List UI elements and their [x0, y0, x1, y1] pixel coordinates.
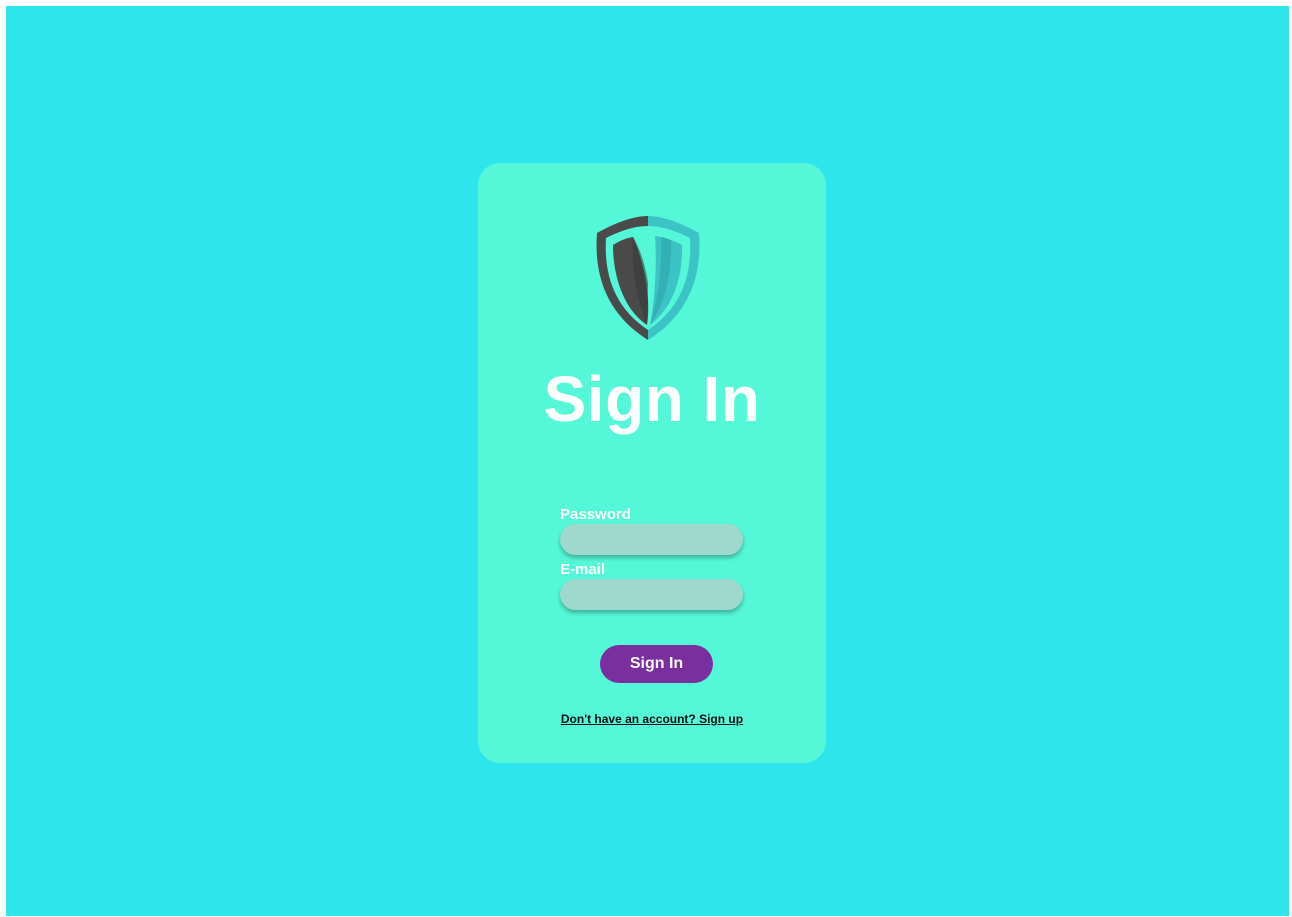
email-label: E-mail: [560, 561, 606, 578]
sign-up-link[interactable]: Don't have an account? Sign up: [478, 712, 826, 726]
page-title: Sign In: [543, 363, 761, 435]
sign-in-card: Sign In Password E-mail Sign In Don't ha…: [478, 163, 826, 763]
shield-icon: [596, 216, 700, 340]
password-field[interactable]: [560, 524, 743, 555]
password-label: Password: [560, 506, 631, 523]
sign-in-button[interactable]: Sign In: [600, 645, 713, 683]
email-field[interactable]: [560, 579, 743, 610]
page-background: Sign In Password E-mail Sign In Don't ha…: [6, 6, 1289, 916]
